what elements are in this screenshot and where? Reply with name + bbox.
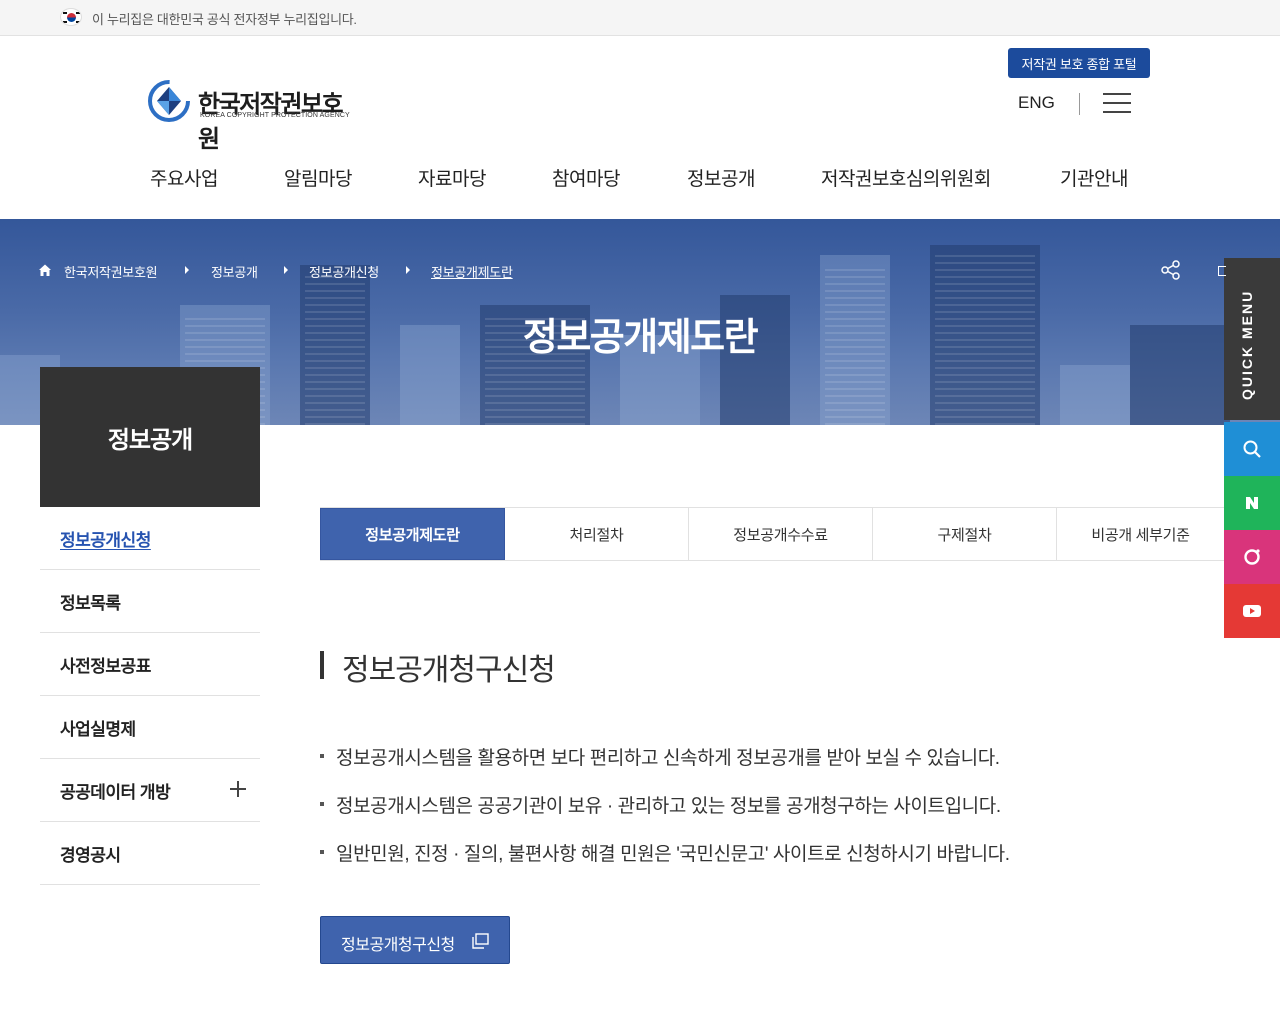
apply-button-label: 정보공개청구신청	[341, 937, 455, 954]
new-window-icon	[472, 933, 489, 949]
gnb-item-about[interactable]: 기관안내	[1060, 164, 1128, 191]
apply-request-button[interactable]: 정보공개청구신청	[320, 916, 510, 964]
tab-system-intro[interactable]: 정보공개제도란	[320, 508, 505, 560]
home-icon[interactable]	[38, 263, 52, 277]
quick-youtube-button[interactable]	[1224, 584, 1280, 638]
quick-naver-button[interactable]	[1224, 476, 1280, 530]
side-item-label: 사전정보공표	[60, 657, 151, 676]
side-item-label: 정보목록	[60, 594, 121, 613]
breadcrumb-separator-icon	[185, 266, 189, 274]
section-title-bar	[320, 651, 324, 679]
english-link[interactable]: ENG	[1018, 93, 1055, 113]
bullet-text: 정보공개시스템을 활용하면 보다 편리하고 신속하게 정보공개를 받아 보실 수…	[336, 748, 1000, 769]
gov-banner-text: 이 누리집은 대한민국 공식 전자정부 누리집입니다.	[92, 12, 357, 27]
naver-icon	[1246, 497, 1258, 509]
instagram-icon	[1244, 549, 1260, 565]
gnb-item-main-business[interactable]: 주요사업	[150, 164, 218, 191]
side-item-info-list[interactable]: 정보목록	[40, 570, 260, 633]
gnb-item-disclosure[interactable]: 정보공개	[687, 164, 755, 191]
quick-instagram-button[interactable]	[1224, 530, 1280, 584]
section-title: 정보공개청구신청	[342, 654, 556, 687]
search-icon	[1243, 440, 1261, 458]
logo-korean: 한국저작권보호원	[198, 91, 344, 153]
plus-icon[interactable]	[230, 781, 246, 797]
menu-icon[interactable]	[1103, 93, 1131, 113]
share-icon[interactable]	[1160, 259, 1182, 281]
breadcrumb-separator-icon	[406, 266, 410, 274]
breadcrumb-disclosure[interactable]: 정보공개	[211, 262, 258, 280]
korea-flag-icon	[60, 8, 82, 26]
side-item-label: 사업실명제	[60, 720, 136, 739]
bullet-text: 일반민원, 진정 · 질의, 불편사항 해결 민원은 '국민신문고' 사이트로 …	[336, 844, 1010, 865]
gov-banner: 이 누리집은 대한민국 공식 전자정부 누리집입니다.	[0, 0, 1280, 36]
breadcrumb-current[interactable]: 정보공개제도란	[431, 262, 513, 280]
quick-search-button[interactable]	[1224, 422, 1280, 476]
breadcrumb-home[interactable]: 한국저작권보호원	[64, 262, 158, 280]
breadcrumb-request[interactable]: 정보공개신청	[309, 262, 379, 280]
agency-logo-icon	[148, 80, 190, 122]
gnb-item-notice[interactable]: 알림마당	[284, 164, 352, 191]
bullet-text: 정보공개시스템은 공공기관이 보유 · 관리하고 있는 정보를 공개청구하는 사…	[336, 796, 1001, 817]
tab-fees[interactable]: 정보공개수수료	[689, 508, 873, 560]
site-logo[interactable]: 한국저작권보호원 KOREA COPYRIGHT PROTECTION AGEN…	[148, 78, 358, 153]
gnb-item-resources[interactable]: 자료마당	[418, 164, 486, 191]
tab-remedy[interactable]: 구제절차	[873, 508, 1057, 560]
side-item-pre-disclosure[interactable]: 사전정보공표	[40, 633, 260, 696]
gnb-item-participation[interactable]: 참여마당	[552, 164, 620, 191]
side-item-project-name[interactable]: 사업실명제	[40, 696, 260, 759]
tab-nondisclosure-criteria[interactable]: 비공개 세부기준	[1057, 508, 1224, 560]
header-divider	[1079, 93, 1080, 115]
side-nav-title: 정보공개	[107, 427, 193, 454]
print-icon[interactable]	[1218, 266, 1226, 276]
logo-english: KOREA COPYRIGHT PROTECTION AGENCY	[200, 112, 350, 119]
quick-menu-label: QUICK MENU	[1239, 289, 1255, 400]
youtube-icon	[1243, 605, 1261, 617]
side-item-management[interactable]: 경영공시	[40, 822, 260, 885]
side-item-request[interactable]: 정보공개신청	[40, 507, 260, 570]
side-item-label: 경영공시	[60, 846, 121, 865]
copyright-portal-button[interactable]: 저작권 보호 종합 포털	[1008, 48, 1150, 78]
tab-procedure[interactable]: 처리절차	[505, 508, 689, 560]
gnb-item-committee[interactable]: 저작권보호심의위원회	[821, 164, 991, 191]
sub-tabs: 정보공개제도란 처리절차 정보공개수수료 구제절차 비공개 세부기준	[320, 507, 1224, 561]
side-item-label: 정보공개신청	[60, 531, 151, 550]
breadcrumb-separator-icon	[284, 266, 288, 274]
side-item-open-data[interactable]: 공공데이터 개방	[40, 759, 260, 822]
side-item-label: 공공데이터 개방	[60, 783, 171, 802]
page-title: 정보공개제도란	[522, 317, 759, 359]
